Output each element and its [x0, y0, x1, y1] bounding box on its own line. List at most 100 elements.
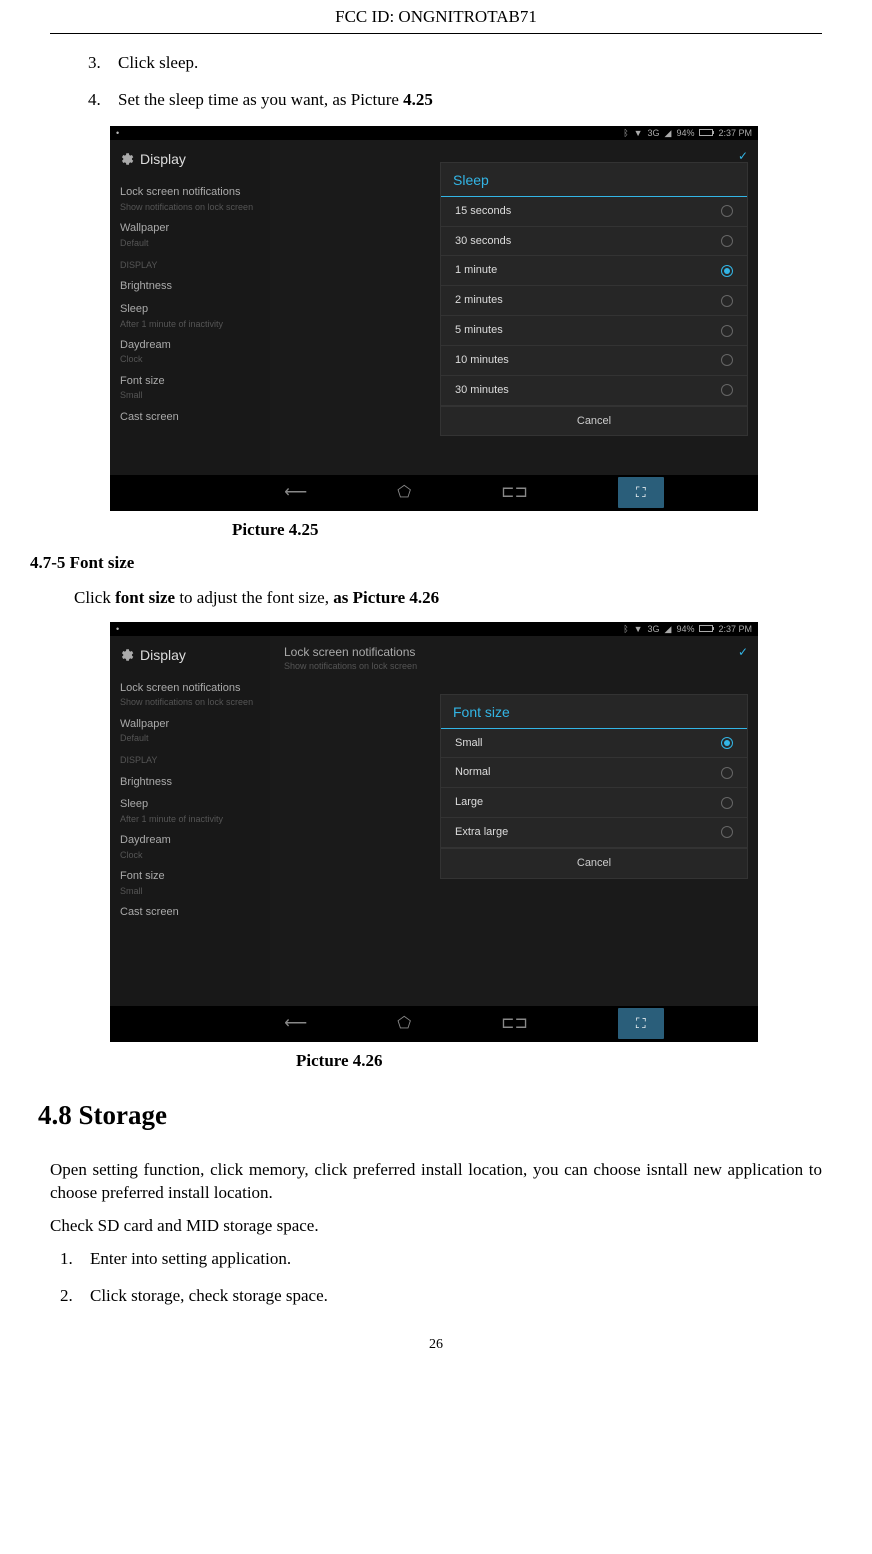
gear-icon	[118, 647, 134, 663]
step-4: 4. Set the sleep time as you want, as Pi…	[88, 89, 822, 112]
settings-title-text: Display	[140, 646, 186, 665]
settings-sidebar: Display Lock screen notifications Show n…	[110, 636, 270, 1006]
gear-icon	[118, 151, 134, 167]
sleep-option[interactable]: 2 minutes	[441, 286, 747, 316]
home-icon[interactable]: ⬠	[397, 1013, 411, 1035]
screenshot-sleep: • ᛒ ▼ 3G ◢ 94% 2:37 PM Display	[110, 126, 758, 511]
sidebar-item-label: Daydream	[120, 833, 260, 848]
cancel-button[interactable]: Cancel	[441, 406, 747, 436]
font-option[interactable]: Normal	[441, 758, 747, 788]
sleep-dialog: Sleep 15 seconds 30 seconds1 minute 2 minu…	[440, 162, 748, 437]
step-text-bold: 4.25	[403, 90, 433, 109]
step-text: Click sleep.	[118, 52, 198, 75]
radio-icon[interactable]	[721, 737, 733, 749]
sidebar-item-wallpaper[interactable]: Wallpaper Default	[110, 215, 270, 251]
cancel-button[interactable]: Cancel	[441, 848, 747, 878]
battery-pct: 94%	[676, 623, 694, 635]
sidebar-item-sleep[interactable]: Sleep After 1 minute of inactivity	[110, 296, 270, 332]
back-icon[interactable]: ⟵	[284, 482, 307, 504]
sleep-option[interactable]: 15 seconds	[441, 197, 747, 227]
section-heading-font: 4.7-5 Font size	[30, 552, 822, 575]
text-bold-span: as Picture 4.26	[333, 588, 439, 607]
radio-icon[interactable]	[721, 325, 733, 337]
sidebar-item-fontsize[interactable]: Font size Small	[110, 863, 270, 899]
sidebar-item-brightness[interactable]: Brightness	[110, 769, 270, 792]
sidebar-item-brightness[interactable]: Brightness	[110, 273, 270, 296]
radio-icon[interactable]	[721, 354, 733, 366]
sidebar-item-daydream[interactable]: Daydream Clock	[110, 827, 270, 863]
screenshot-icon[interactable]: ⛶	[618, 1008, 664, 1039]
battery-icon	[699, 129, 713, 136]
radio-icon[interactable]	[721, 235, 733, 247]
lock-row-sub: Show notifications on lock screen	[284, 660, 748, 672]
font-option[interactable]: Large	[441, 788, 747, 818]
option-label: 2 minutes	[455, 293, 503, 308]
option-label: 15 seconds	[455, 204, 511, 219]
sidebar-item-sub: Default	[120, 237, 260, 249]
font-option[interactable]: Small	[441, 729, 747, 759]
sidebar-item-label: Brightness	[120, 279, 260, 294]
fcc-header: FCC ID: ONGNITROTAB71	[50, 0, 822, 34]
bluetooth-icon: ᛒ	[623, 623, 628, 635]
sidebar-item-lock[interactable]: Lock screen notifications Show notificat…	[110, 179, 270, 215]
sleep-option[interactable]: 10 minutes	[441, 346, 747, 376]
status-left: •	[116, 127, 119, 139]
option-label: 30 minutes	[455, 383, 509, 398]
step-number: 1.	[60, 1248, 78, 1271]
step-number: 4.	[88, 89, 106, 112]
sidebar-item-sleep[interactable]: Sleep After 1 minute of inactivity	[110, 791, 270, 827]
sidebar-item-sub: Small	[120, 885, 260, 897]
storage-step-2: 2. Click storage, check storage space.	[60, 1285, 822, 1308]
recent-icon[interactable]: ⊏⊐	[501, 1013, 528, 1035]
text-span: to adjust the font size,	[175, 588, 333, 607]
sleep-option[interactable]: 5 minutes	[441, 316, 747, 346]
sidebar-item-label: Cast screen	[120, 410, 260, 425]
sidebar-item-fontsize[interactable]: Font size Small	[110, 368, 270, 404]
option-label: Large	[455, 795, 483, 810]
check-icon[interactable]: ✓	[738, 644, 748, 660]
radio-icon[interactable]	[721, 205, 733, 217]
home-icon[interactable]: ⬠	[397, 482, 411, 504]
back-icon[interactable]: ⟵	[284, 1013, 307, 1035]
sidebar-item-wallpaper[interactable]: Wallpaper Default	[110, 711, 270, 747]
screenshot-icon[interactable]: ⛶	[618, 477, 664, 508]
sidebar-item-label: Wallpaper	[120, 717, 260, 732]
sidebar-item-lock[interactable]: Lock screen notifications Show notificat…	[110, 675, 270, 711]
text-bold-span: font size	[115, 588, 175, 607]
recent-icon[interactable]: ⊏⊐	[501, 482, 528, 504]
settings-title-text: Display	[140, 150, 186, 169]
sidebar-item-sub: Clock	[120, 849, 260, 861]
radio-icon[interactable]	[721, 797, 733, 809]
sidebar-section-header: DISPLAY	[110, 746, 270, 768]
sidebar-item-sub: Default	[120, 732, 260, 744]
radio-icon[interactable]	[721, 265, 733, 277]
radio-icon[interactable]	[721, 826, 733, 838]
sidebar-item-label: Lock screen notifications	[120, 681, 260, 696]
sidebar-item-daydream[interactable]: Daydream Clock	[110, 332, 270, 368]
sleep-option[interactable]: 1 minute	[441, 256, 747, 286]
font-option[interactable]: Extra large	[441, 818, 747, 848]
section-font-text: Click font size to adjust the font size,…	[74, 587, 822, 610]
sidebar-item-sub: Small	[120, 389, 260, 401]
step-number: 3.	[88, 52, 106, 75]
sleep-option[interactable]: 30 seconds	[441, 227, 747, 257]
settings-sidebar: Display Lock screen notifications Show n…	[110, 140, 270, 475]
storage-heading: 4.8 Storage	[38, 1097, 822, 1133]
sidebar-item-label: Brightness	[120, 775, 260, 790]
font-dialog: Font size SmallNormal Large Extra large Ca…	[440, 694, 748, 879]
signal-icon: 3G	[648, 623, 660, 635]
battery-icon	[699, 625, 713, 632]
radio-icon[interactable]	[721, 295, 733, 307]
dialog-title: Font size	[441, 695, 747, 729]
radio-icon[interactable]	[721, 384, 733, 396]
signal-bars-icon: ◢	[665, 623, 672, 635]
sidebar-item-sub: After 1 minute of inactivity	[120, 813, 260, 825]
dialog-title: Sleep	[441, 163, 747, 197]
sidebar-item-cast[interactable]: Cast screen	[110, 899, 270, 922]
radio-icon[interactable]	[721, 767, 733, 779]
sleep-option[interactable]: 30 minutes	[441, 376, 747, 406]
sidebar-item-sub: Show notifications on lock screen	[120, 201, 260, 213]
sidebar-item-cast[interactable]: Cast screen	[110, 404, 270, 427]
settings-title: Display	[110, 642, 270, 675]
sidebar-item-label: Font size	[120, 869, 260, 884]
